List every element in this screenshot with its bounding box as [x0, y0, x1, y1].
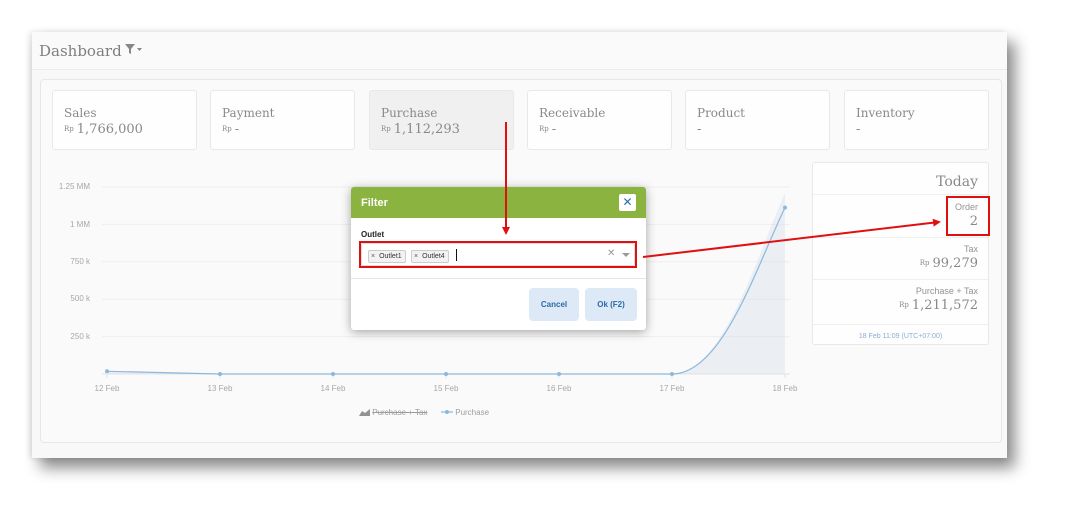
arrow-to-order: [642, 218, 941, 258]
annotation-arrows: [502, 122, 941, 258]
